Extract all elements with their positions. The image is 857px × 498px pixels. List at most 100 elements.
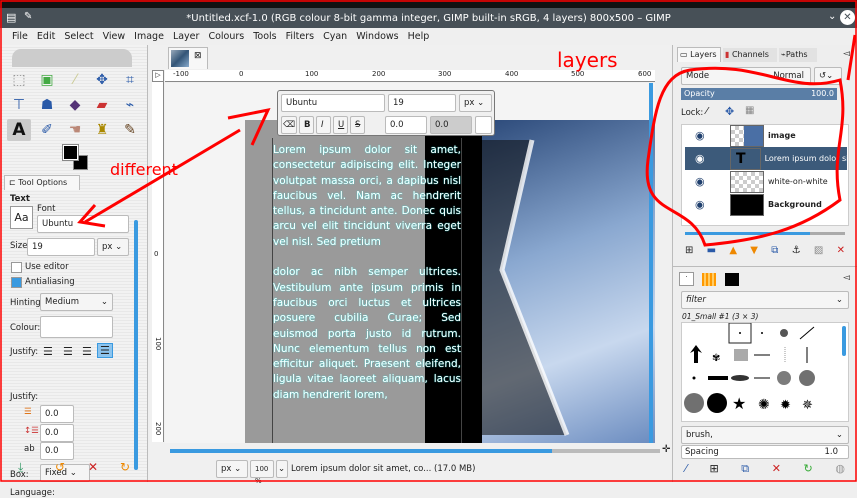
menu-cyan[interactable]: Cyan <box>323 31 347 42</box>
use-editor-checkbox[interactable] <box>11 262 22 273</box>
zoom-dropdown[interactable]: ⌄ <box>276 460 288 478</box>
quick-mask-toggle[interactable]: ▷ <box>152 70 164 82</box>
visibility-eye-icon[interactable]: ◉ <box>695 198 705 211</box>
duplicate-brush-icon[interactable]: ⧉ <box>741 462 749 476</box>
layer-row-selected[interactable]: ◉ TLorem ipsum dolor sit a <box>685 147 847 170</box>
menu-edit[interactable]: Edit <box>37 31 55 42</box>
menu-file[interactable]: File <box>12 31 28 42</box>
vertical-scrollbar[interactable] <box>649 83 653 443</box>
lock-alpha-icon[interactable]: ▦ <box>745 105 754 116</box>
layer-row[interactable]: ◉ white-on-white <box>685 170 847 193</box>
delete-brush-icon[interactable]: ✕ <box>772 462 781 476</box>
horizontal-scrollbar[interactable] <box>170 449 660 453</box>
new-group-icon[interactable]: ▬ <box>707 245 716 256</box>
justify-center-icon[interactable]: ☰ <box>82 345 92 358</box>
spacing-slider[interactable]: Spacing 1.0 <box>681 445 849 459</box>
toolbar-unit-select[interactable]: px ⌄ <box>459 94 492 112</box>
minimize-chevron-icon[interactable]: ⌄ <box>828 11 836 22</box>
navigate-icon[interactable]: ✛ <box>662 444 670 455</box>
raise-layer-icon[interactable]: ▲ <box>729 245 737 256</box>
lower-layer-icon[interactable]: ▼ <box>750 245 758 256</box>
brush-tag-input[interactable]: brush, ⌄ <box>681 426 849 444</box>
strikethrough-button[interactable]: S <box>350 116 365 134</box>
duplicate-layer-icon[interactable]: ⧉ <box>771 245 778 256</box>
reset-icon[interactable]: ↻ <box>120 460 130 474</box>
panel-menu-icon[interactable]: ◅ <box>843 49 850 59</box>
visibility-eye-icon[interactable]: ◉ <box>695 152 705 165</box>
foreground-select-icon[interactable]: ▣ <box>37 70 57 90</box>
color-picker-icon[interactable]: ✐ <box>37 120 57 140</box>
lock-pixels-icon[interactable]: ⁄ <box>706 106 708 117</box>
brush-grid[interactable]: ✾ ★ ✺ ✹ ✵ <box>681 322 849 422</box>
tab-patterns[interactable] <box>702 273 716 286</box>
layer-row[interactable]: ◉ Background <box>685 193 847 216</box>
edit-brush-icon[interactable]: ⁄ <box>685 462 687 476</box>
size-input[interactable]: 19 <box>27 238 95 256</box>
justify-left-icon[interactable]: ☰ <box>43 345 53 358</box>
clear-style-button[interactable]: ⌫ <box>281 116 297 134</box>
brush-filter-input[interactable]: filter ⌄ <box>681 291 849 309</box>
toolbar-font-input[interactable]: Ubuntu <box>281 94 385 112</box>
lock-position-icon[interactable]: ✥ <box>725 105 734 118</box>
colour-button[interactable] <box>40 316 113 338</box>
fuzzy-select-icon[interactable]: ⁄ <box>65 70 85 90</box>
new-brush-icon[interactable]: ⊞ <box>709 462 718 476</box>
mode-reset-button[interactable]: ↺⌄ <box>814 67 842 85</box>
opacity-slider[interactable]: Opacity 100.0 <box>681 88 837 100</box>
antialiasing-checkbox[interactable] <box>11 277 22 288</box>
hinting-select[interactable]: Medium ⌄ <box>40 293 113 311</box>
restore-icon[interactable]: ↺ <box>55 460 65 474</box>
clone-stamp-icon[interactable]: ♜ <box>92 120 112 140</box>
pin-icon[interactable]: ✎ <box>24 11 32 22</box>
unified-transform-icon[interactable]: ⊤ <box>9 95 29 115</box>
menu-select[interactable]: Select <box>64 31 93 42</box>
text-color-button[interactable] <box>475 116 492 134</box>
refresh-brushes-icon[interactable]: ↻ <box>804 462 813 476</box>
visibility-eye-icon[interactable]: ◉ <box>695 175 705 188</box>
smudge-icon[interactable]: ☚ <box>65 120 85 140</box>
underline-button[interactable]: U <box>333 116 348 134</box>
delete-icon[interactable]: ✕ <box>88 460 98 474</box>
layer-row[interactable]: ◉ image <box>685 124 847 147</box>
letter-spacing-input[interactable]: 0.0 <box>40 442 74 460</box>
menu-filters[interactable]: Filters <box>286 31 314 42</box>
tool-options-scrollbar[interactable] <box>134 220 138 470</box>
bold-button[interactable]: B <box>299 116 314 134</box>
kerning-input[interactable]: 0.0 <box>430 116 472 134</box>
canvas-viewport[interactable]: Lorem ipsum dolor sit amet, consectetur … <box>165 83 655 443</box>
zoom-input[interactable]: 100 % <box>250 460 274 485</box>
tab-channels[interactable]: ▮ Channels <box>723 48 777 62</box>
new-layer-icon[interactable]: ⊞ <box>685 245 693 256</box>
toolbar-size-input[interactable]: 19 <box>388 94 456 112</box>
menu-help[interactable]: Help <box>408 31 430 42</box>
baseline-input[interactable]: 0.0 <box>385 116 427 134</box>
bucket-fill-icon[interactable]: ◆ <box>65 95 85 115</box>
brush-scrollbar[interactable] <box>842 326 846 356</box>
move-icon[interactable]: ✥ <box>92 70 112 90</box>
menu-view[interactable]: View <box>103 31 126 42</box>
visibility-eye-icon[interactable]: ◉ <box>695 129 705 142</box>
mask-icon[interactable]: ▨ <box>814 245 823 256</box>
paths-icon[interactable]: ⌁ <box>120 95 140 115</box>
font-input[interactable]: Ubuntu <box>37 215 129 233</box>
menu-image[interactable]: Image <box>134 31 164 42</box>
paintbrush-icon[interactable]: ✎ <box>120 120 140 140</box>
close-button[interactable]: ✕ <box>840 10 855 25</box>
size-unit-select[interactable]: px ⌄ <box>97 238 129 256</box>
eraser-icon[interactable]: ▰ <box>92 95 112 115</box>
panel-menu-icon[interactable]: ◅ <box>843 273 850 283</box>
menu-colours[interactable]: Colours <box>208 31 244 42</box>
image-tab[interactable]: ⊠ <box>168 47 208 69</box>
menu-tools[interactable]: Tools <box>253 31 276 42</box>
tab-tool-options[interactable]: ⊏ Tool Options <box>4 175 80 190</box>
tab-paths[interactable]: ⌁Paths <box>779 48 817 62</box>
foreground-color[interactable] <box>62 144 79 161</box>
italic-button[interactable]: I <box>316 116 331 134</box>
anchor-icon[interactable]: ⚓ <box>792 245 801 256</box>
justify-fill-icon[interactable]: ☰ <box>97 343 113 358</box>
text-tool-icon[interactable]: A <box>7 119 31 141</box>
indent-input[interactable]: 0.0 <box>40 405 74 423</box>
download-icon[interactable]: ⤓ <box>18 460 23 475</box>
tab-brushes[interactable]: · <box>679 272 694 286</box>
rect-select-icon[interactable]: ⬚ <box>9 70 29 90</box>
